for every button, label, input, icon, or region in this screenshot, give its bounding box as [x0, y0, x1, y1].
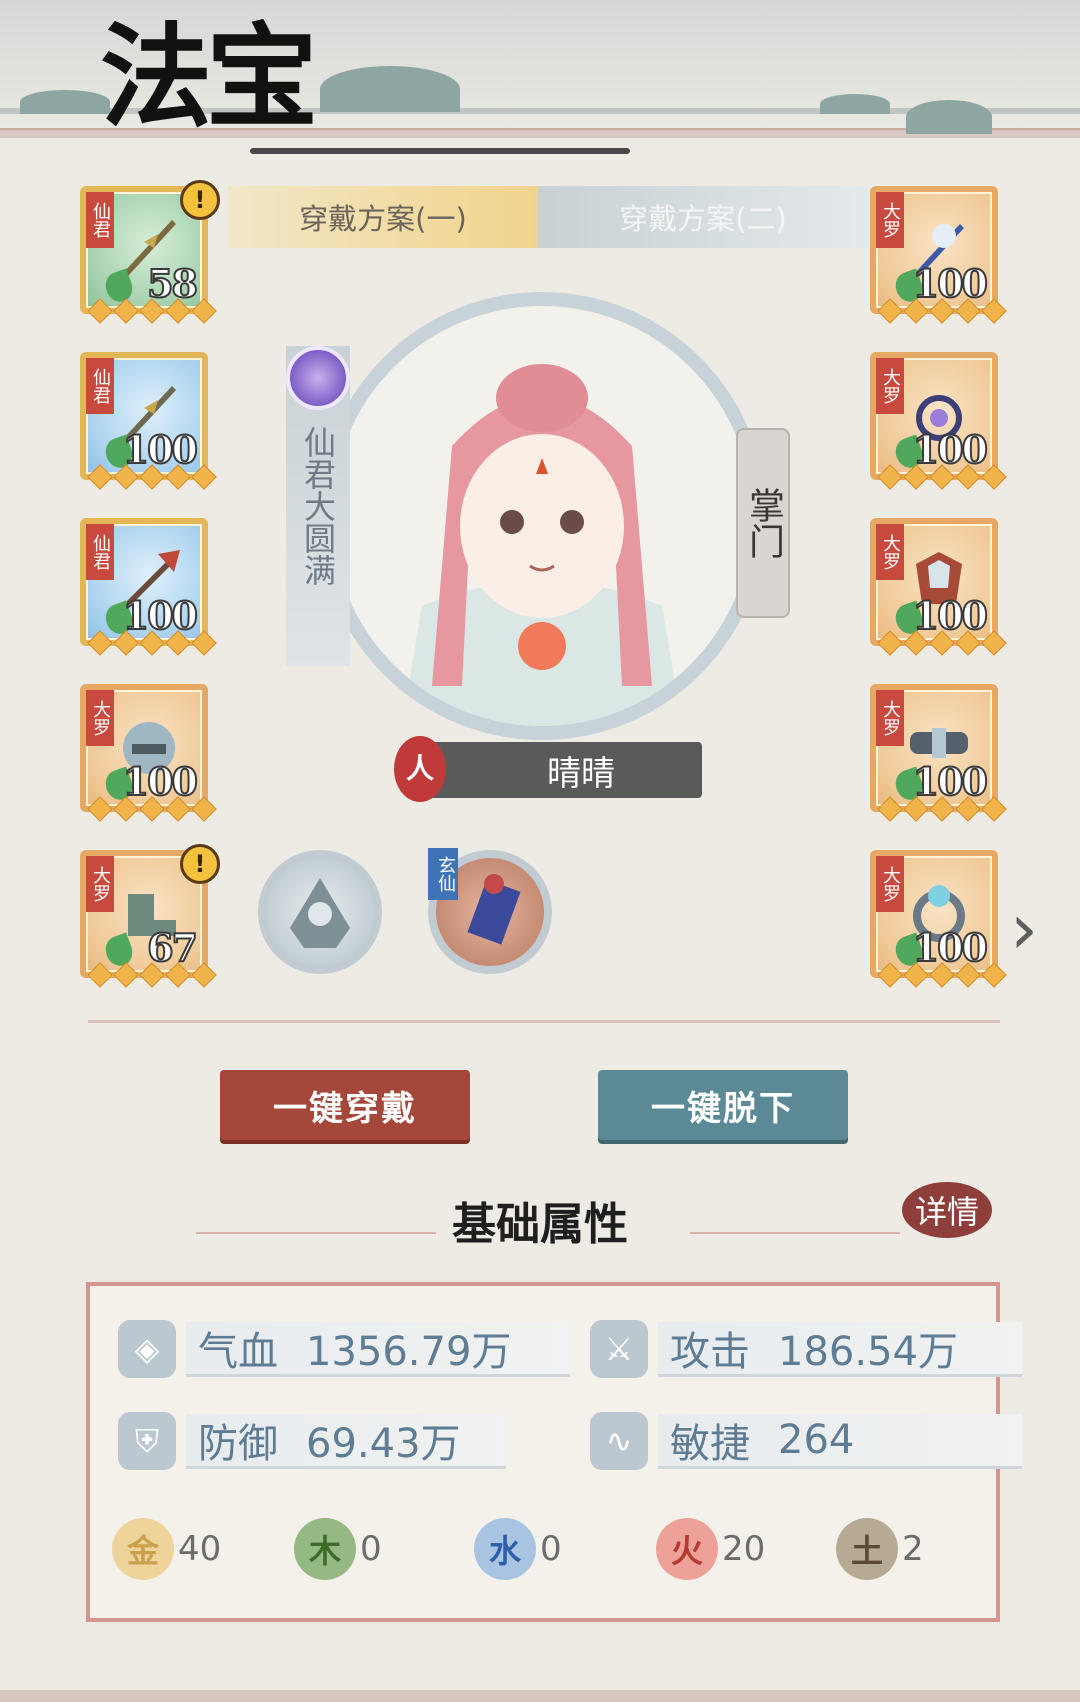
rank-tag: 大罗	[876, 358, 904, 414]
item-level: 100	[122, 758, 199, 805]
equipment-slot-left-4[interactable]: 大罗 100	[80, 684, 217, 822]
page-title: 法宝	[100, 12, 318, 143]
rank-tag: 仙君	[86, 358, 114, 414]
element-water-icon: 水	[474, 1518, 536, 1580]
wear-all-button[interactable]: 一键穿戴	[220, 1070, 470, 1140]
stat-value: 264	[778, 1416, 855, 1463]
cloud-decoration	[906, 100, 992, 134]
next-arrow-icon[interactable]: ›	[1010, 888, 1038, 970]
shield-icon: ⛨	[118, 1412, 176, 1470]
title-underline	[250, 148, 630, 154]
star-gems	[877, 962, 1007, 988]
element-earth-icon: 土	[836, 1518, 898, 1580]
rank-tag: 仙君	[86, 192, 114, 248]
star-gems	[87, 630, 217, 656]
star-gems	[87, 298, 217, 324]
mask-icon	[290, 878, 350, 948]
star-gems	[877, 464, 1007, 490]
item-level: 100	[122, 592, 199, 639]
item-level: 100	[912, 924, 989, 971]
element-wood-icon: 木	[294, 1518, 356, 1580]
blood-drop-icon: ◈	[118, 1320, 176, 1378]
item-level: 100	[912, 758, 989, 805]
rank-tag: 玄仙	[428, 848, 458, 900]
star-gems	[877, 796, 1007, 822]
realm-emblem-icon	[286, 346, 350, 410]
element-value: 0	[540, 1529, 562, 1569]
stat-value: 186.54万	[778, 1328, 958, 1375]
stat-label: 气血	[198, 1328, 278, 1375]
rank-tag: 大罗	[876, 856, 904, 912]
item-level: 67	[146, 924, 199, 971]
element-earth: 土 2	[836, 1518, 924, 1580]
equipment-slot-left-2[interactable]: 仙君 100	[80, 352, 217, 490]
equipment-slot-right-4[interactable]: 大罗 100	[870, 684, 1007, 822]
element-value: 0	[360, 1529, 382, 1569]
remove-all-button[interactable]: 一键脱下	[598, 1070, 848, 1140]
stat-value: 1356.79万	[306, 1328, 512, 1375]
star-gems	[87, 796, 217, 822]
stat-label: 攻击	[670, 1328, 750, 1375]
equipment-slot-right-3[interactable]: 大罗 100	[870, 518, 1007, 656]
stat-value: 69.43万	[306, 1420, 461, 1467]
attack-icon: ⚔	[590, 1320, 648, 1378]
star-gems	[87, 962, 217, 988]
character-name[interactable]: 晴晴	[420, 742, 702, 798]
rank-tag: 大罗	[86, 690, 114, 746]
equipment-slot-right-2[interactable]: 大罗 100	[870, 352, 1007, 490]
item-level: 100	[912, 426, 989, 473]
equipment-slot-left-3[interactable]: 仙君 100	[80, 518, 217, 656]
item-level: 100	[912, 592, 989, 639]
agility-icon: ∿	[590, 1412, 648, 1470]
detail-button[interactable]: 详情	[902, 1182, 992, 1238]
element-metal: 金 40	[112, 1518, 221, 1580]
stat-attack: ⚔ 攻击 186.54万	[590, 1320, 1022, 1378]
equipment-slot-right-5[interactable]: 大罗 100	[870, 850, 1007, 988]
cloud-decoration	[20, 90, 110, 114]
item-level: 100	[912, 260, 989, 307]
rank-tag: 大罗	[876, 524, 904, 580]
bottom-rail	[0, 1690, 1080, 1702]
star-gems	[877, 630, 1007, 656]
treasure-orb-1[interactable]	[258, 850, 382, 974]
element-value: 40	[178, 1529, 222, 1569]
stat-defense: ⛨ 防御 69.43万	[118, 1412, 506, 1470]
rank-tag: 仙君	[86, 524, 114, 580]
stat-agility: ∿ 敏捷 264	[590, 1412, 1022, 1470]
star-gems	[877, 298, 1007, 324]
rank-tag: 大罗	[876, 192, 904, 248]
element-wood: 木 0	[294, 1518, 382, 1580]
star-gems	[87, 464, 217, 490]
race-badge: 人	[394, 736, 446, 802]
cloud-decoration	[820, 94, 890, 114]
character-portrait	[318, 292, 766, 740]
element-metal-icon: 金	[112, 1518, 174, 1580]
cloud-decoration	[320, 66, 460, 112]
alert-icon: !	[180, 180, 220, 220]
equipment-slot-right-1[interactable]: 大罗 100	[870, 186, 1007, 324]
stat-label: 敏捷	[670, 1420, 750, 1467]
stat-label: 防御	[198, 1420, 278, 1467]
alert-icon: !	[180, 844, 220, 884]
rank-tag: 大罗	[876, 690, 904, 746]
element-value: 20	[722, 1529, 766, 1569]
role-banner: 掌门	[736, 428, 790, 618]
element-fire: 火 20	[656, 1518, 765, 1580]
tab-outfit-2[interactable]: 穿戴方案(二)	[538, 186, 868, 248]
rank-tag: 大罗	[86, 856, 114, 912]
stat-hp: ◈ 气血 1356.79万	[118, 1320, 570, 1378]
divider	[88, 1020, 1000, 1023]
item-level: 100	[122, 426, 199, 473]
element-fire-icon: 火	[656, 1518, 718, 1580]
element-water: 水 0	[474, 1518, 562, 1580]
tab-outfit-1[interactable]: 穿戴方案(一)	[228, 186, 538, 248]
item-level: 58	[146, 260, 199, 307]
element-value: 2	[902, 1529, 924, 1569]
